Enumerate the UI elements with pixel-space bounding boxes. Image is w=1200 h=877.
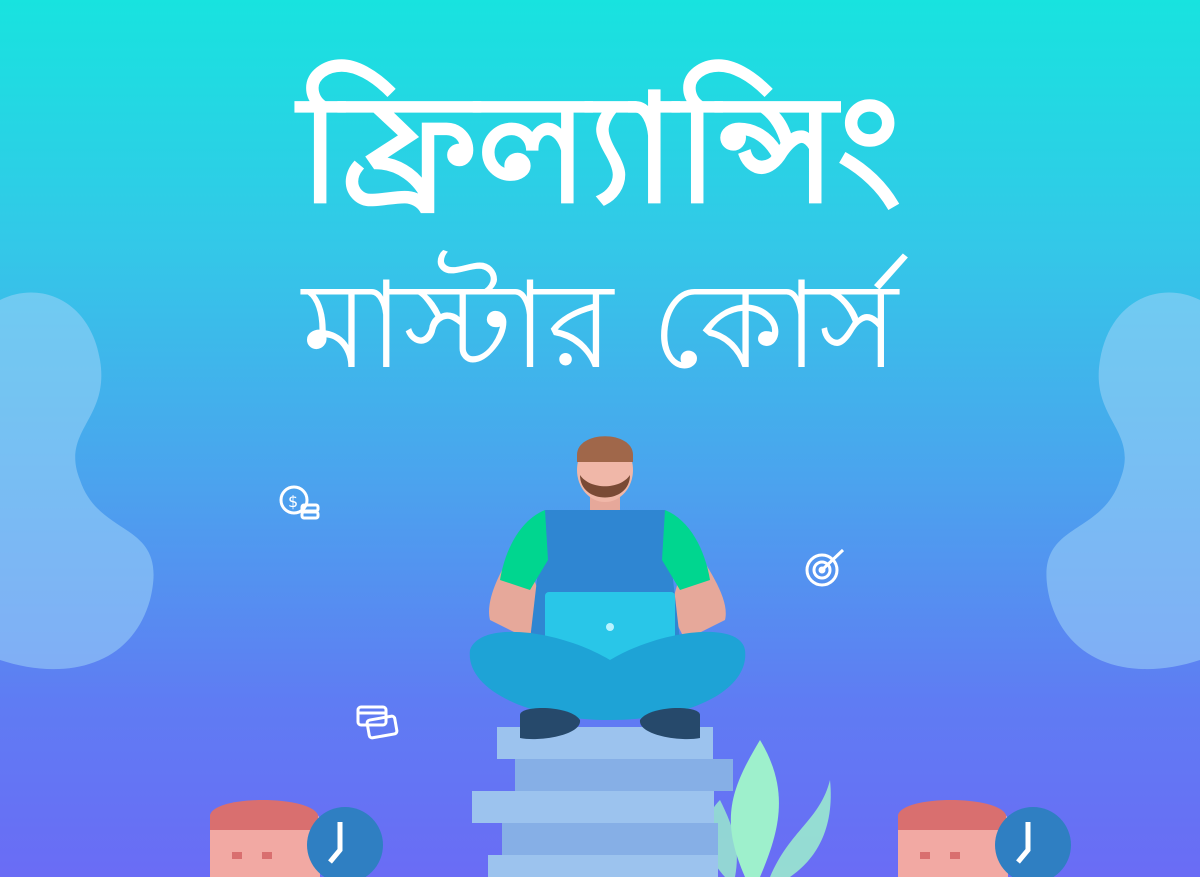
credit-card-icon: [356, 705, 399, 740]
freelancer-figure: [469, 436, 746, 740]
left-character: [210, 800, 383, 877]
headline-line-1: ফ্রিল্যান্সিং: [298, 63, 902, 237]
dollar-coins-icon: $: [279, 485, 320, 520]
headline-line-2: মাস্টার কোর্স: [301, 257, 898, 396]
book-stack: [472, 727, 733, 877]
right-character: [898, 800, 1071, 877]
target-icon: [805, 548, 845, 587]
svg-text:$: $: [288, 492, 298, 511]
